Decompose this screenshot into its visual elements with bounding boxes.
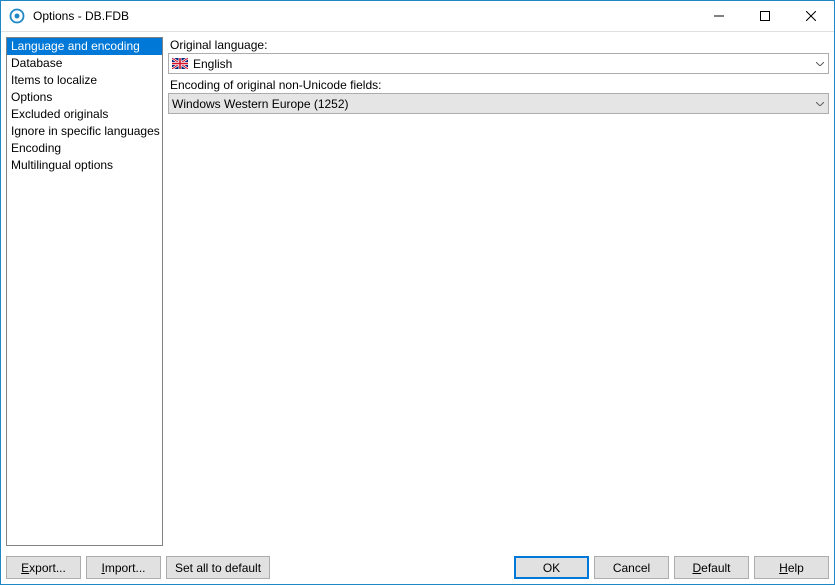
encoding-combo[interactable]: Windows Western Europe (1252)	[168, 93, 829, 114]
encoding-label: Encoding of original non-Unicode fields:	[168, 77, 829, 92]
footer: Export... Import... Set all to default O…	[1, 551, 834, 584]
encoding-value: Windows Western Europe (1252)	[172, 97, 811, 111]
sidebar-item-ignore-languages[interactable]: Ignore in specific languages	[7, 123, 162, 140]
window-title: Options - DB.FDB	[33, 9, 696, 23]
sidebar-item-database[interactable]: Database	[7, 55, 162, 72]
sidebar-item-items-to-localize[interactable]: Items to localize	[7, 72, 162, 89]
set-all-default-button[interactable]: Set all to default	[166, 556, 270, 579]
default-button[interactable]: Default	[674, 556, 749, 579]
window-controls	[696, 1, 834, 31]
sidebar-item-multilingual[interactable]: Multilingual options	[7, 157, 162, 174]
sidebar-item-language-encoding[interactable]: Language and encoding	[7, 38, 162, 55]
sidebar-item-excluded-originals[interactable]: Excluded originals	[7, 106, 162, 123]
category-list[interactable]: Language and encoding Database Items to …	[6, 37, 163, 546]
close-button[interactable]	[788, 1, 834, 31]
options-window: Options - DB.FDB Language and encoding D…	[0, 0, 835, 585]
original-language-label: Original language:	[168, 37, 829, 52]
original-language-combo[interactable]: English	[168, 53, 829, 74]
original-language-value: English	[193, 57, 811, 71]
chevron-down-icon	[811, 94, 828, 113]
chevron-down-icon	[811, 54, 828, 73]
cancel-button[interactable]: Cancel	[594, 556, 669, 579]
main-panel: Original language: English	[168, 37, 829, 546]
maximize-button[interactable]	[742, 1, 788, 31]
import-button[interactable]: Import...	[86, 556, 161, 579]
export-button[interactable]: Export...	[6, 556, 81, 579]
app-icon	[9, 8, 25, 24]
sidebar-item-encoding[interactable]: Encoding	[7, 140, 162, 157]
sidebar-item-options[interactable]: Options	[7, 89, 162, 106]
uk-flag-icon	[172, 58, 188, 69]
ok-button[interactable]: OK	[514, 556, 589, 579]
help-button[interactable]: Help	[754, 556, 829, 579]
content-area: Language and encoding Database Items to …	[1, 32, 834, 551]
titlebar: Options - DB.FDB	[1, 1, 834, 32]
minimize-button[interactable]	[696, 1, 742, 31]
